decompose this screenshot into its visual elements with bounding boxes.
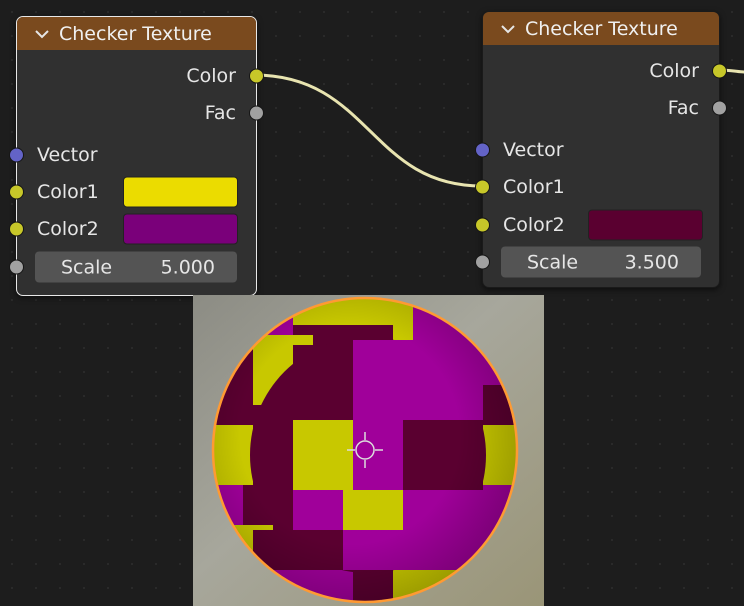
output-color-socket[interactable] <box>249 68 264 84</box>
input-scale: Scale 3.500 <box>475 246 719 278</box>
input-color1-socket[interactable] <box>9 184 24 200</box>
input-label: Color2 <box>503 214 565 236</box>
scale-value: 5.000 <box>160 256 215 278</box>
output-label: Color <box>649 60 699 82</box>
link-color-to-color1[interactable] <box>253 73 483 188</box>
input-color1: Color1 <box>475 172 719 202</box>
input-vector: Vector <box>9 140 256 170</box>
scale-field[interactable]: Scale 3.500 <box>501 246 701 278</box>
output-fac: Fac <box>483 93 727 123</box>
output-label: Color <box>186 65 236 87</box>
output-color: Color <box>483 56 727 86</box>
node-title: Checker Texture <box>59 22 212 45</box>
output-color: Color <box>17 61 264 91</box>
viewport-preview[interactable] <box>193 295 544 606</box>
chevron-down-icon[interactable] <box>33 25 51 43</box>
input-label: Vector <box>37 144 98 166</box>
input-color2: Color2 <box>9 213 256 245</box>
output-label: Fac <box>204 102 236 124</box>
scale-value: 3.500 <box>624 251 679 273</box>
scale-label: Scale <box>527 251 579 273</box>
color1-swatch[interactable] <box>123 176 238 208</box>
input-label: Vector <box>503 139 564 161</box>
input-label: Color1 <box>503 176 565 198</box>
color2-swatch[interactable] <box>123 213 238 245</box>
input-label: Color2 <box>37 218 99 240</box>
input-scale-socket[interactable] <box>9 259 24 275</box>
input-color2-socket[interactable] <box>9 221 24 237</box>
chevron-down-icon[interactable] <box>499 20 517 38</box>
checker-texture-node-1[interactable]: Checker Texture Color Fac Vector Color1 … <box>9 16 264 296</box>
sphere-render <box>193 295 544 606</box>
output-fac-socket[interactable] <box>249 105 264 121</box>
input-label: Color1 <box>37 181 99 203</box>
input-scale: Scale 5.000 <box>9 251 256 283</box>
input-color1-socket[interactable] <box>475 179 490 195</box>
input-color1: Color1 <box>9 176 256 208</box>
color2-swatch[interactable] <box>588 209 703 241</box>
output-label: Fac <box>667 97 699 119</box>
node-title: Checker Texture <box>525 17 678 40</box>
scale-label: Scale <box>61 256 113 278</box>
output-color-socket[interactable] <box>712 63 727 79</box>
output-fac-socket[interactable] <box>712 100 727 116</box>
input-vector-socket[interactable] <box>9 147 24 163</box>
checker-texture-node-2[interactable]: Checker Texture Color Fac Vector Color1 … <box>475 11 727 288</box>
input-color2: Color2 <box>475 209 719 241</box>
node-header[interactable]: Checker Texture <box>17 17 256 50</box>
input-vector: Vector <box>475 135 719 165</box>
input-vector-socket[interactable] <box>475 142 490 158</box>
node-header[interactable]: Checker Texture <box>483 12 719 45</box>
input-color2-socket[interactable] <box>475 217 490 233</box>
output-fac: Fac <box>17 98 264 128</box>
input-scale-socket[interactable] <box>475 254 490 270</box>
scale-field[interactable]: Scale 5.000 <box>35 251 237 283</box>
